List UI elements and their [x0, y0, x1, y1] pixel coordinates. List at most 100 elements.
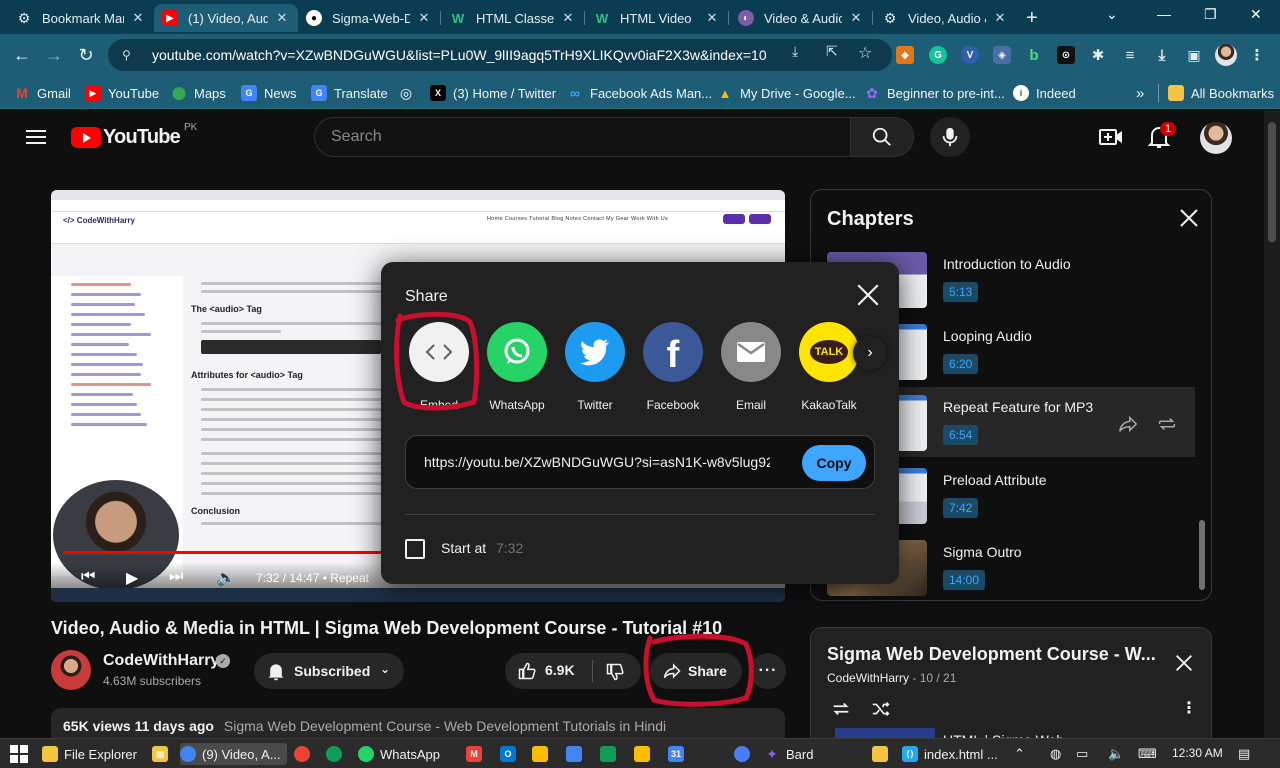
- reading-list-icon[interactable]: ≡: [1121, 46, 1139, 64]
- shuffle-icon[interactable]: [869, 698, 893, 720]
- tray-app-icon[interactable]: ◍: [1050, 743, 1061, 765]
- page-scrollbar-thumb[interactable]: [1268, 122, 1276, 242]
- camera-extension-icon[interactable]: ⊙: [1057, 46, 1075, 64]
- bookmark-globe[interactable]: ◎: [398, 83, 421, 103]
- taskbar-gmail[interactable]: M: [466, 743, 488, 765]
- install-app-icon[interactable]: ⤓: [792, 43, 798, 60]
- grammarly-icon[interactable]: G: [929, 46, 947, 64]
- bookmark-beginner[interactable]: ✿ Beginner to pre-int...: [864, 83, 1005, 103]
- start-at-time[interactable]: 7:32: [496, 540, 523, 556]
- puzzle-extensions-icon[interactable]: ✱: [1089, 46, 1107, 64]
- taskbar-bard[interactable]: ✦ Bard: [764, 743, 813, 765]
- chapter-timestamp[interactable]: 5:13: [943, 282, 979, 302]
- side-panel-icon[interactable]: ▣: [1185, 46, 1203, 64]
- profile-avatar[interactable]: [1215, 44, 1237, 66]
- back-arrow-icon[interactable]: ←: [10, 43, 34, 67]
- star-bookmark-icon[interactable]: ☆: [858, 43, 872, 63]
- playlist-channel[interactable]: CodeWithHarry: [827, 671, 909, 685]
- all-bookmarks-button[interactable]: All Bookmarks: [1168, 83, 1274, 103]
- taskbar-keep[interactable]: [532, 743, 554, 765]
- hamburger-menu-icon[interactable]: [24, 126, 48, 150]
- search-button[interactable]: [850, 117, 914, 157]
- battery-icon[interactable]: ▭: [1076, 743, 1088, 765]
- close-icon[interactable]: [855, 282, 881, 308]
- search-input[interactable]: Search: [314, 117, 851, 157]
- taskbar-file-explorer[interactable]: File Explorer: [42, 743, 137, 765]
- bookmark-translate[interactable]: G Translate: [311, 83, 388, 103]
- forward-arrow-icon[interactable]: →: [42, 43, 66, 67]
- share-target-whatsapp[interactable]: WhatsApp: [484, 322, 550, 412]
- kebab-menu-icon[interactable]: ⋮: [1248, 46, 1266, 64]
- tray-overflow-icon[interactable]: ⌃: [1014, 743, 1025, 765]
- restore-icon[interactable]: ❐: [1204, 6, 1217, 23]
- taskbar-calendar[interactable]: 31: [668, 743, 690, 765]
- taskbar-vscode[interactable]: ⟨⟩ index.html ...: [902, 743, 998, 765]
- close-icon[interactable]: ✕: [560, 10, 576, 26]
- bookmark-gmail[interactable]: M Gmail: [14, 83, 71, 103]
- playlist-more-icon[interactable]: ⋮: [1181, 698, 1197, 718]
- taskbar-messenger[interactable]: [734, 743, 756, 765]
- close-icon[interactable]: [1177, 206, 1201, 230]
- account-avatar[interactable]: [1200, 122, 1232, 154]
- taskbar-edge[interactable]: [326, 743, 348, 765]
- tab-video-audio[interactable]: ◐ Video & Audio ✕: [730, 4, 872, 32]
- share-url-field[interactable]: https://youtu.be/XZwBNDGuWGU?si=asN1K-w8…: [405, 435, 875, 489]
- close-icon[interactable]: ✕: [992, 10, 1008, 26]
- notification-center-icon[interactable]: ▤: [1238, 743, 1250, 765]
- playlist-title[interactable]: Sigma Web Development Course - W...: [827, 644, 1156, 665]
- subscribed-button[interactable]: Subscribed ⌄: [254, 653, 404, 689]
- close-icon[interactable]: ✕: [274, 10, 290, 26]
- chapters-scrollbar[interactable]: [1199, 520, 1205, 590]
- copy-button[interactable]: Copy: [802, 445, 866, 481]
- chapter-timestamp[interactable]: 6:20: [943, 354, 979, 374]
- video-chapter-label[interactable]: • Repeat: [323, 571, 369, 585]
- share-url-text[interactable]: https://youtu.be/XZwBNDGuWGU?si=asN1K-w8…: [424, 454, 770, 470]
- tab-youtube-video[interactable]: ▶ (1) Video, Audi ✕: [154, 4, 298, 32]
- metamask-icon[interactable]: ◆: [896, 46, 914, 64]
- previous-icon[interactable]: ⏮: [81, 568, 95, 586]
- chevron-right-icon[interactable]: ›: [853, 336, 887, 370]
- site-info-icon[interactable]: ⚲: [122, 48, 140, 62]
- tab-search-icon[interactable]: ⌄: [1106, 6, 1118, 23]
- chapter-timestamp[interactable]: 14:00: [943, 570, 986, 590]
- share-target-twitter[interactable]: Twitter: [562, 322, 628, 412]
- share-arrow-icon[interactable]: [1117, 413, 1139, 435]
- thumbs-up-icon[interactable]: [517, 661, 537, 681]
- close-icon[interactable]: ✕: [416, 10, 432, 26]
- share-page-icon[interactable]: ⇱: [826, 43, 838, 60]
- share-target-kakaotalk[interactable]: TALK KakaoTalk: [796, 322, 862, 412]
- channel-name[interactable]: CodeWithHarry: [103, 652, 219, 670]
- volume-icon[interactable]: 🔈: [1108, 743, 1124, 765]
- taskbar-docs[interactable]: [566, 743, 588, 765]
- taskbar-chrome-youtube[interactable]: (9) Video, A...: [180, 743, 287, 765]
- tab-video-audio-2[interactable]: ⚙ Video, Audio & ✕: [874, 4, 1016, 32]
- close-icon[interactable]: ✕: [848, 10, 864, 26]
- loop-icon[interactable]: [829, 698, 853, 720]
- window-close-icon[interactable]: ✕: [1250, 6, 1262, 23]
- bookmark-youtube[interactable]: ▶ YouTube: [85, 83, 159, 103]
- chapter-timestamp[interactable]: 6:54: [943, 425, 979, 445]
- taskbar-slides[interactable]: [634, 743, 656, 765]
- close-icon[interactable]: ✕: [704, 10, 720, 26]
- bookmark-indeed[interactable]: i Indeed: [1013, 83, 1076, 103]
- bookmark-facebook-ads[interactable]: ∞ Facebook Ads Man...: [567, 83, 712, 103]
- url-text[interactable]: youtube.com/watch?v=XZwBNDGuWGU&list=PLu…: [152, 47, 767, 63]
- share-target-embed[interactable]: Embed: [406, 322, 472, 412]
- tab-html-video[interactable]: W HTML Video ✕: [586, 4, 728, 32]
- tab-html-classes[interactable]: W HTML Classes ✕: [442, 4, 584, 32]
- bookmarks-overflow-button[interactable]: »: [1136, 83, 1144, 103]
- volume-icon[interactable]: 🔈: [216, 568, 236, 588]
- page-scrollbar[interactable]: [1264, 110, 1280, 738]
- keyboard-icon[interactable]: ⌨: [1138, 743, 1157, 765]
- chapter-timestamp[interactable]: 7:42: [943, 498, 979, 518]
- taskbar-outlook[interactable]: O: [500, 743, 522, 765]
- taskbar-chrome[interactable]: [294, 743, 316, 765]
- tab-github[interactable]: ● Sigma-Web-D ✕: [298, 4, 440, 32]
- taskbar-whatsapp[interactable]: WhatsApp: [358, 743, 440, 765]
- bookmark-twitter[interactable]: X (3) Home / Twitter: [430, 83, 556, 103]
- start-button[interactable]: [10, 743, 28, 765]
- reload-icon[interactable]: ↻: [74, 43, 98, 67]
- play-icon[interactable]: ▶: [126, 568, 138, 588]
- thumbs-down-icon[interactable]: [605, 662, 625, 682]
- download-icon[interactable]: ⤓: [1153, 46, 1171, 64]
